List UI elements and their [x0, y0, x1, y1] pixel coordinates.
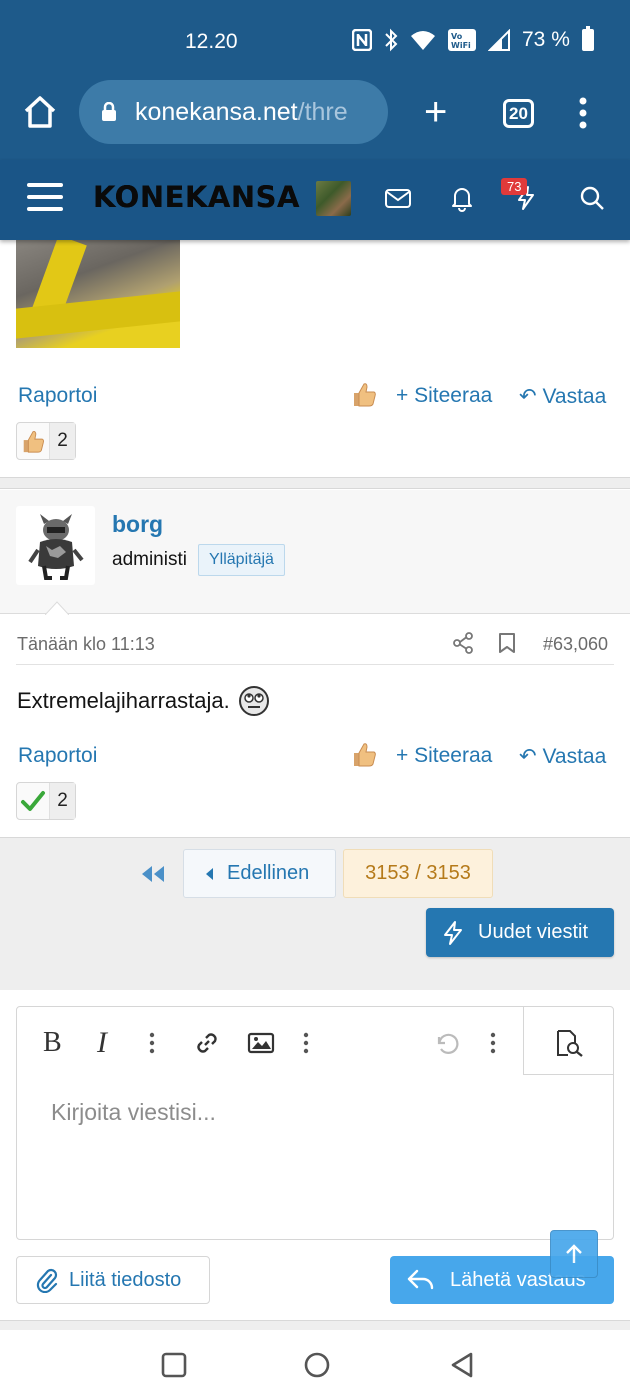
previous-page-button[interactable]: Edellinen — [183, 849, 336, 898]
like-thumb-icon[interactable] — [350, 740, 378, 768]
meta-divider — [16, 664, 614, 665]
undo-icon[interactable] — [433, 1029, 461, 1057]
search-icon[interactable] — [578, 184, 606, 212]
user-avatar[interactable] — [16, 506, 95, 585]
reply-editor: B I Kirjoita viestisi... — [16, 1006, 614, 1240]
link-icon[interactable] — [193, 1029, 221, 1057]
battery-icon — [581, 26, 594, 51]
first-page-icon[interactable] — [140, 864, 166, 884]
report-link[interactable]: Raportoi — [18, 744, 97, 768]
vowifi-icon: VoWiFi — [448, 29, 476, 51]
user-block-pointer — [45, 601, 69, 615]
post-text: Extremelajiharrastaja. — [17, 688, 230, 713]
lightning-icon — [444, 920, 462, 945]
url-path: /thre — [297, 97, 348, 126]
reaction-count: 2 — [49, 423, 75, 459]
status-time: 12.20 — [185, 30, 238, 53]
bold-icon[interactable]: B — [43, 1027, 62, 1058]
scroll-to-top-button[interactable] — [550, 1230, 598, 1278]
battery-percent: 73 % — [522, 28, 570, 51]
browser-toolbar: konekansa.net/thre + 20 — [0, 70, 630, 160]
paperclip-icon — [36, 1268, 58, 1293]
more-vert-icon[interactable] — [578, 96, 588, 130]
post-date[interactable]: Tänään klo 11:13 — [17, 634, 155, 655]
quote-label: Siteeraa — [414, 384, 493, 407]
reply-link[interactable]: ↶ Vastaa — [519, 744, 606, 769]
quote-link[interactable]: + Siteeraa — [396, 384, 492, 408]
like-thumb-icon[interactable] — [350, 380, 378, 408]
home-circle-icon[interactable] — [302, 1350, 332, 1380]
wifi-icon — [411, 31, 435, 50]
bluetooth-icon — [385, 28, 398, 52]
more-text-options-icon[interactable] — [149, 1029, 155, 1057]
back-triangle-icon[interactable] — [447, 1350, 477, 1380]
quote-link[interactable]: + Siteeraa — [396, 744, 492, 768]
arrow-up-icon — [566, 1244, 582, 1263]
page-bottom-separator — [0, 1320, 630, 1330]
lock-icon — [102, 102, 116, 121]
site-header: KONEKANSA 73 — [0, 160, 630, 240]
editor-toolbar: B I — [17, 1007, 615, 1075]
raccoon-avatar-icon — [28, 514, 84, 580]
site-logo[interactable]: KONEKANSA — [93, 180, 300, 214]
preview-toggle[interactable] — [523, 1007, 614, 1075]
signal-icon — [488, 29, 510, 51]
attach-file-button[interactable]: Liitä tiedosto — [16, 1256, 210, 1304]
reply-icon — [407, 1269, 434, 1290]
page-indicator[interactable]: 3153 / 3153 — [343, 849, 493, 898]
bookmark-icon[interactable] — [498, 632, 516, 654]
user-title: administi — [112, 549, 187, 570]
svg-text:Vo: Vo — [451, 32, 463, 41]
post-actions-2: Raportoi + Siteeraa ↶ Vastaa — [0, 740, 630, 774]
post-separator — [0, 477, 630, 489]
status-icons: Vo WiFi 73 % — [352, 26, 594, 52]
new-tab-icon[interactable]: + — [424, 92, 447, 132]
more-insert-options-icon[interactable] — [303, 1029, 309, 1057]
staff-badge: Ylläpitäjä — [198, 544, 285, 576]
svg-text:WiFi: WiFi — [451, 41, 471, 50]
post-actions: Raportoi + Siteeraa ↶ Vastaa — [0, 380, 630, 414]
eye-roll-smiley-icon — [238, 686, 269, 716]
new-posts-label: Uudet viestit — [478, 921, 589, 943]
mail-icon[interactable] — [384, 184, 412, 212]
url-bar[interactable]: konekansa.net/thre — [79, 80, 388, 144]
quote-label: Siteeraa — [414, 744, 493, 767]
reply-label: Vastaa — [542, 385, 607, 408]
alerts-count-badge: 73 — [501, 178, 528, 195]
attached-photo-thumbnail[interactable] — [16, 238, 180, 348]
image-icon[interactable] — [247, 1029, 275, 1057]
reaction-count: 2 — [49, 783, 75, 819]
bell-icon[interactable] — [448, 184, 476, 212]
italic-icon[interactable]: I — [97, 1026, 107, 1059]
account-avatar[interactable] — [316, 181, 351, 216]
report-link[interactable]: Raportoi — [18, 384, 97, 408]
thumbs-up-icon — [17, 423, 49, 459]
url-host: konekansa.net — [135, 97, 298, 126]
share-icon[interactable] — [452, 632, 474, 654]
username-link[interactable]: borg — [112, 511, 163, 538]
reaction-summary-2[interactable]: 2 — [16, 782, 76, 820]
more-options-icon[interactable] — [490, 1029, 496, 1057]
reaction-summary[interactable]: 2 — [16, 422, 76, 460]
post-body: Extremelajiharrastaja. — [17, 685, 270, 717]
editor-placeholder[interactable]: Kirjoita viestisi... — [51, 1099, 216, 1126]
check-mark-icon — [17, 783, 49, 819]
post-user-block: borg administi Ylläpitäjä — [0, 490, 630, 614]
post-meta: Tänään klo 11:13 #63,060 — [0, 628, 630, 664]
new-posts-button[interactable]: Uudet viestit — [426, 908, 614, 957]
tab-switcher-button[interactable]: 20 — [503, 99, 534, 128]
hamburger-menu-icon[interactable] — [27, 183, 63, 213]
system-nav-bar — [0, 1330, 630, 1400]
post-number-link[interactable]: #63,060 — [543, 634, 608, 655]
caret-left-icon — [206, 867, 213, 880]
pagination-area: Edellinen 3153 / 3153 Uudet viestit — [0, 837, 630, 990]
reply-link[interactable]: ↶ Vastaa — [519, 384, 606, 409]
reply-label: Vastaa — [542, 745, 607, 768]
previous-page-label: Edellinen — [227, 862, 310, 884]
recents-square-icon[interactable] — [159, 1350, 189, 1380]
home-icon[interactable] — [22, 94, 58, 130]
nfc-icon — [352, 29, 372, 51]
attach-file-label: Liitä tiedosto — [69, 1268, 182, 1291]
preview-icon — [557, 1030, 583, 1057]
